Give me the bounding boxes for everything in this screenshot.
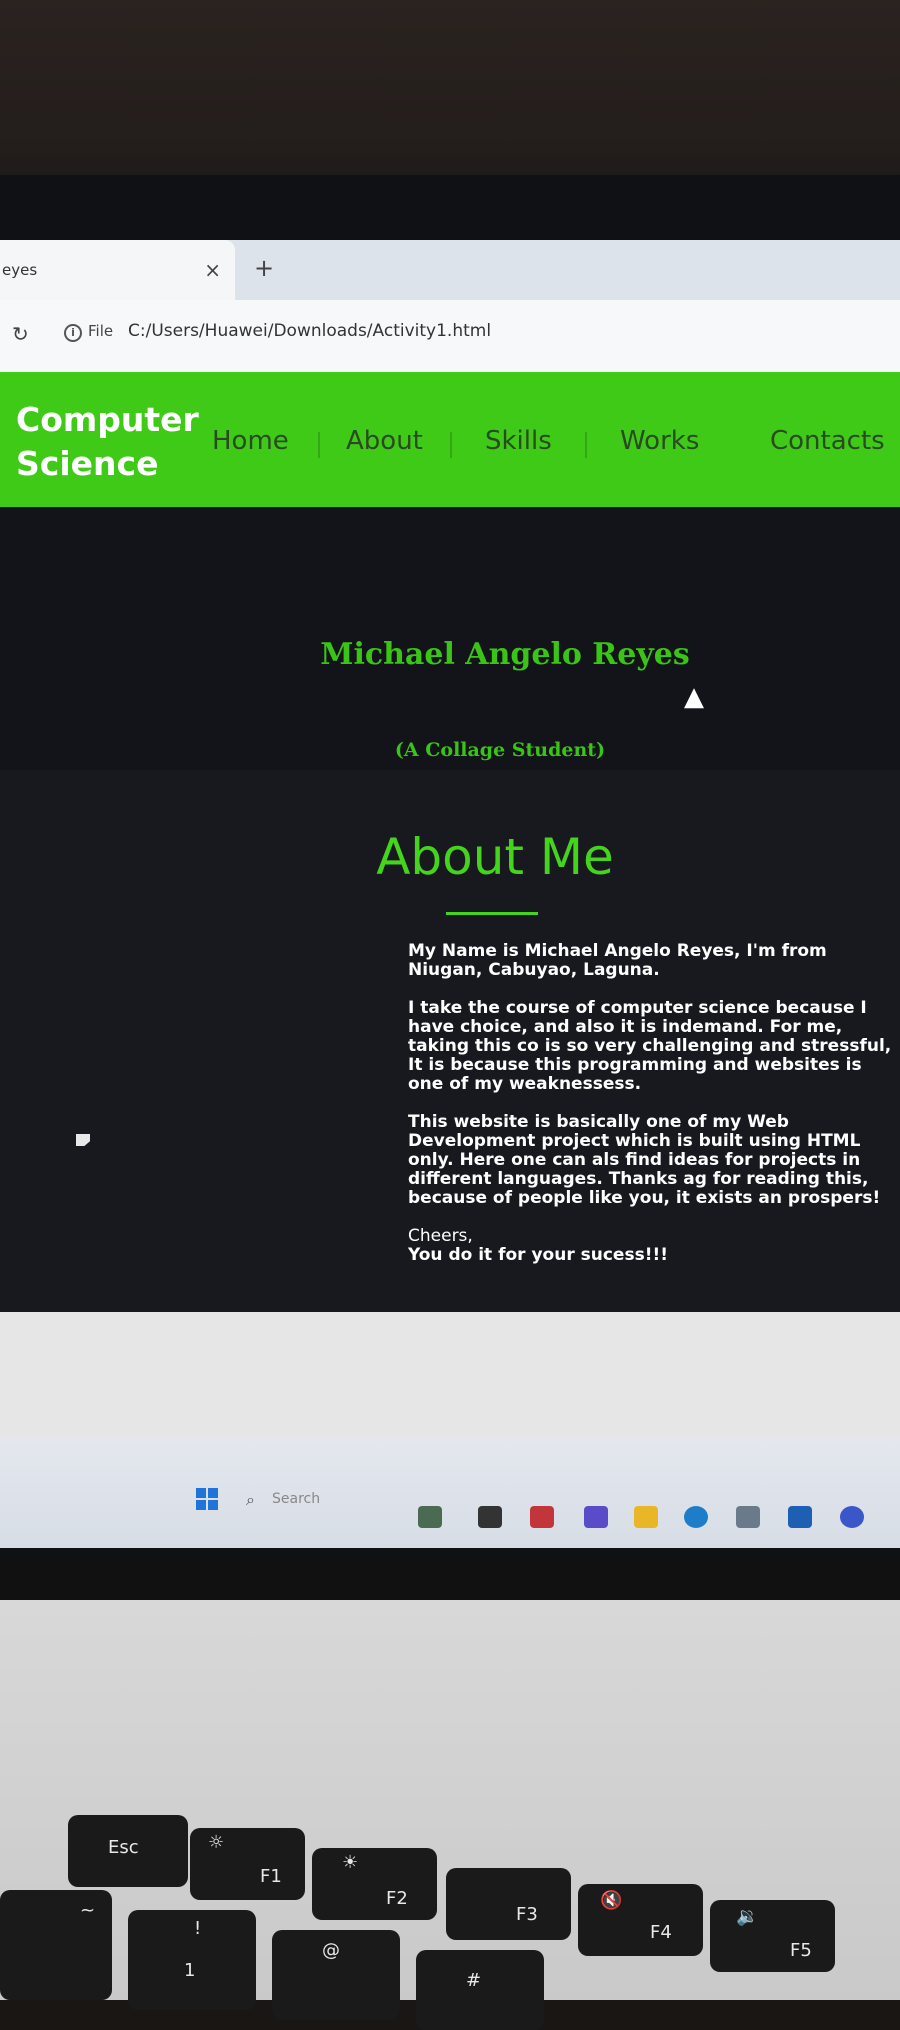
nav-separator [450,432,452,458]
brightness-down-icon: ☼ [208,1832,225,1853]
key-3[interactable]: # [416,1950,544,2030]
web-page: Computer Science Home About Skills Works… [0,372,900,1412]
about-text: My Name is Michael Angelo Reyes, I'm fro… [408,942,900,1265]
nav-separator [585,432,587,458]
file-scheme-label: File [88,322,114,340]
cheers-text: Cheers, [408,1226,473,1246]
taskbar-app-icon[interactable] [584,1506,608,1528]
tab-close-icon[interactable]: × [204,258,221,282]
mute-icon: 🔇 [600,1890,623,1911]
camera-icon[interactable] [736,1506,760,1528]
nav-contacts[interactable]: Contacts [770,426,885,456]
taskbar-app-icon[interactable] [478,1506,502,1528]
laptop-keyboard: Esc ☼ F1 ☀ F2 F3 🔇 F4 🔉 F5 ~ ! 1 @ # [0,1600,900,2030]
broken-image-icon [76,1134,90,1146]
key-f1[interactable]: ☼ F1 [190,1828,305,1900]
key-tilde[interactable]: ~ [0,1890,112,2000]
title-underline [446,912,538,915]
taskbar-search[interactable]: Search [272,1491,320,1507]
folder-icon[interactable] [634,1506,658,1528]
brightness-up-icon: ☀ [342,1852,359,1873]
taskbar-app-icon[interactable] [530,1506,554,1528]
key-esc[interactable]: Esc [68,1815,188,1887]
key-f5[interactable]: 🔉 F5 [710,1900,835,1972]
windows-start-icon[interactable] [196,1488,218,1510]
reload-icon[interactable]: ↻ [12,322,29,346]
taskbar-app-icon[interactable] [840,1506,864,1528]
nav-skills[interactable]: Skills [485,426,552,456]
browser-tab[interactable]: eyes × [0,240,235,300]
nav-home[interactable]: Home [212,426,289,456]
key-1[interactable]: ! 1 [128,1910,256,2010]
mouse-cursor-icon: ▲ [684,682,704,712]
closing-text: You do it for your sucess!!! [408,1245,668,1265]
about-paragraph: This website is basically one of my Web … [408,1112,881,1208]
taskbar-app-icon[interactable] [418,1506,442,1528]
browser-addressbar: ↻ i File C:/Users/Huawei/Downloads/Activ… [0,300,900,373]
search-icon[interactable]: ⌕ [246,1490,255,1510]
key-f2[interactable]: ☀ F2 [312,1848,437,1920]
info-icon[interactable]: i [64,324,82,342]
tab-title: eyes [2,261,38,279]
key-2[interactable]: @ [272,1930,400,2020]
about-paragraph: I take the course of computer science be… [408,998,892,1094]
site-navbar: Computer Science Home About Skills Works… [0,372,900,507]
about-title: About Me [376,828,614,886]
browser-tabbar: eyes × + [0,240,900,300]
nav-works[interactable]: Works [620,426,699,456]
nav-about[interactable]: About [346,426,423,456]
hero-name: Michael Angelo Reyes [320,637,690,672]
edge-icon[interactable] [684,1506,708,1528]
about-paragraph: My Name is Michael Angelo Reyes, I'm fro… [408,942,827,980]
site-brand[interactable]: Computer Science [16,398,199,486]
windows-taskbar: ⌕ Search [0,1438,900,1548]
taskbar-app-icon[interactable] [788,1506,812,1528]
volume-down-icon: 🔉 [736,1906,759,1927]
key-f4[interactable]: 🔇 F4 [578,1884,703,1956]
url-input[interactable]: C:/Users/Huawei/Downloads/Activity1.html [128,321,491,341]
nav-separator [318,432,320,458]
new-tab-icon[interactable]: + [254,254,274,282]
hero-subtitle: (A Collage Student) [394,739,606,761]
key-f3[interactable]: F3 [446,1868,571,1940]
